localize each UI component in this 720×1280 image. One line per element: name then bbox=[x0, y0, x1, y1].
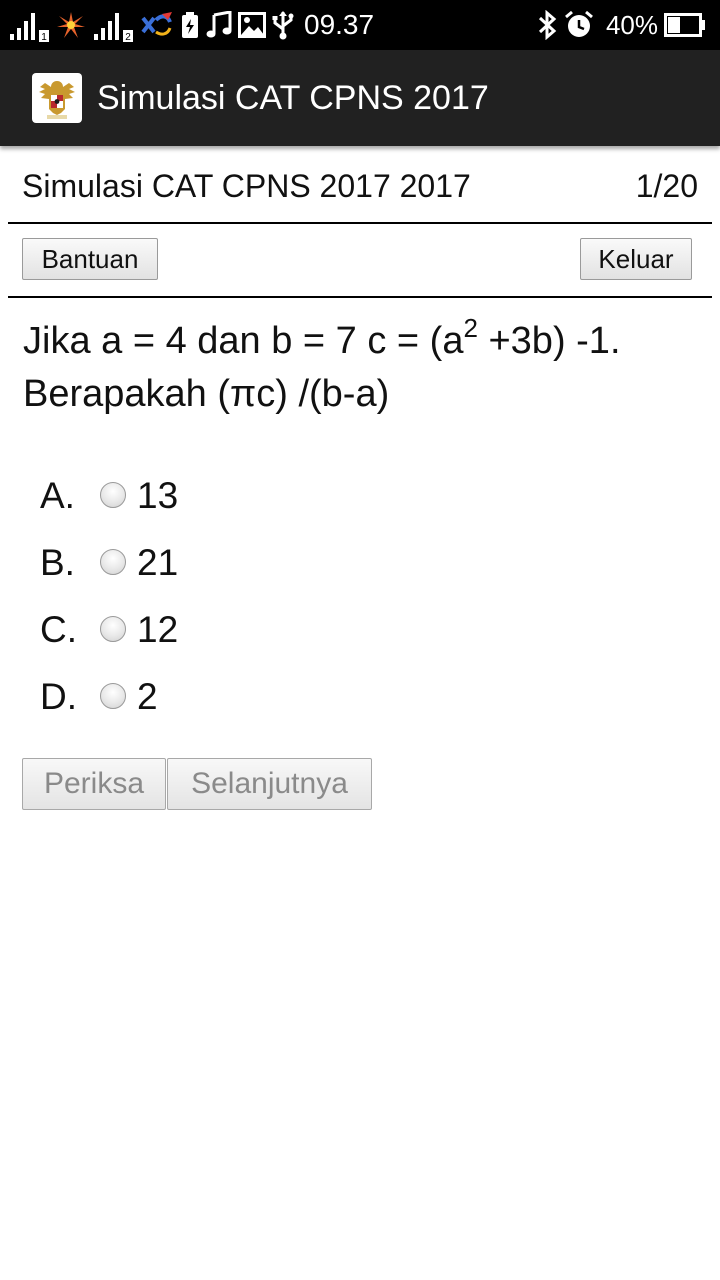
option-d[interactable]: D. 2 bbox=[40, 663, 680, 730]
network-icon bbox=[140, 10, 174, 40]
answer-options: A. 13 B. 21 C. 12 D. 2 bbox=[40, 462, 680, 730]
option-letter: D. bbox=[40, 676, 77, 717]
battery-icon bbox=[664, 13, 706, 37]
app-title: Simulasi CAT CPNS 2017 bbox=[97, 79, 489, 117]
sim1-label: 1 bbox=[41, 32, 47, 42]
option-letter: B. bbox=[40, 542, 75, 583]
bluetooth-icon bbox=[536, 10, 558, 40]
alarm-icon bbox=[564, 10, 594, 40]
option-c[interactable]: C. 12 bbox=[40, 596, 680, 663]
network-icon bbox=[56, 10, 86, 40]
quiz-header: Simulasi CAT CPNS 2017 2017 1/20 bbox=[8, 146, 712, 224]
option-d-radio[interactable] bbox=[100, 683, 126, 709]
garuda-emblem-icon bbox=[32, 73, 82, 123]
option-letter: A. bbox=[40, 475, 75, 516]
option-value[interactable]: 13 bbox=[137, 462, 178, 529]
option-b-radio[interactable] bbox=[100, 549, 126, 575]
status-right-group: 40% bbox=[536, 0, 712, 50]
usb-icon bbox=[272, 10, 294, 40]
status-bar: 1 2 09.37 40% bbox=[0, 0, 720, 50]
option-b[interactable]: B. 21 bbox=[40, 529, 680, 596]
next-button[interactable]: Selanjutnya bbox=[167, 758, 372, 810]
help-button[interactable]: Bantuan bbox=[22, 238, 158, 280]
signal-icon: 2 bbox=[92, 8, 134, 42]
option-c-radio[interactable] bbox=[100, 616, 126, 642]
option-value[interactable]: 2 bbox=[137, 663, 158, 730]
check-button[interactable]: Periksa bbox=[22, 758, 166, 810]
question-counter: 1/20 bbox=[635, 168, 698, 204]
battery-saver-icon bbox=[180, 11, 200, 39]
exit-button[interactable]: Keluar bbox=[580, 238, 692, 280]
sim2-label: 2 bbox=[125, 32, 131, 42]
option-letter: C. bbox=[40, 609, 77, 650]
option-value[interactable]: 21 bbox=[137, 529, 178, 596]
option-value[interactable]: 12 bbox=[137, 596, 178, 663]
status-left-group: 1 2 09.37 bbox=[8, 0, 374, 50]
question-superscript: 2 bbox=[463, 313, 478, 343]
status-time: 09.37 bbox=[304, 9, 375, 40]
battery-percent: 40% bbox=[605, 9, 658, 40]
music-icon bbox=[206, 11, 232, 39]
question-text: Jika a = 4 dan b = 7 c = (a2 +3b) -1. Be… bbox=[23, 313, 703, 419]
question-text-part1: Jika a = 4 dan b = 7 c = (a bbox=[23, 320, 464, 362]
image-icon bbox=[238, 12, 266, 38]
help-exit-row: Bantuan Keluar bbox=[8, 224, 712, 298]
option-a-radio[interactable] bbox=[100, 482, 126, 508]
quiz-title: Simulasi CAT CPNS 2017 2017 bbox=[22, 168, 471, 204]
option-a[interactable]: A. 13 bbox=[40, 462, 680, 529]
app-bar: Simulasi CAT CPNS 2017 bbox=[0, 50, 720, 146]
signal-icon: 1 bbox=[8, 8, 50, 42]
